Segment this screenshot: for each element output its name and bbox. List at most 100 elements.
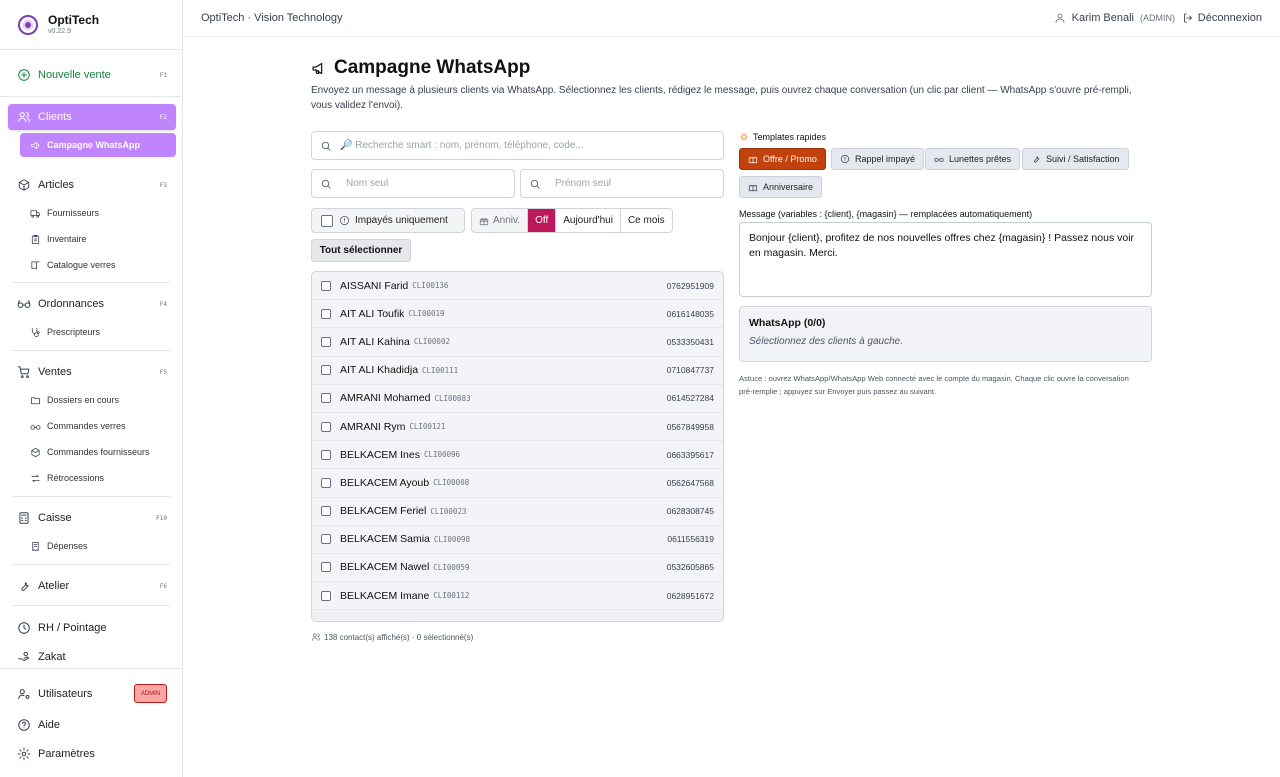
nav-aide[interactable]: Aide xyxy=(8,712,176,738)
client-row[interactable]: BELKACEM Ayoub CLI00008 0562647568 xyxy=(312,469,723,498)
unpaid-only-toggle[interactable]: Impayés uniquement xyxy=(311,208,465,233)
client-list[interactable]: AISSANI Farid CLI00136 0762951909 AIT ALI T… xyxy=(311,271,724,622)
template-offre-promo[interactable]: Offre / Promo xyxy=(739,148,826,170)
client-checkbox[interactable] xyxy=(321,477,331,488)
nav-label: Paramètres xyxy=(38,748,95,760)
shortcut-key: F4 xyxy=(159,300,167,308)
nav-label: Atelier xyxy=(38,580,70,592)
nav-rh-pointage[interactable]: RH / Pointage xyxy=(8,615,176,641)
client-row[interactable]: AIT ALI Toufik CLI00019 0616148035 xyxy=(312,300,723,329)
subnav-fournisseurs[interactable]: Fournisseurs xyxy=(20,201,176,225)
logout-label: Déconnexion xyxy=(1197,12,1262,24)
nav-new-sale[interactable]: Nouvelle vente F1 xyxy=(8,62,176,88)
client-checkbox[interactable] xyxy=(321,506,331,517)
subnav-depenses[interactable]: Dépenses xyxy=(20,534,176,558)
nav-articles[interactable]: Articles F3 xyxy=(8,172,176,198)
nav-clients[interactable]: Clients F2 xyxy=(8,104,176,130)
cart-icon xyxy=(17,365,31,379)
client-checkbox[interactable] xyxy=(321,534,331,545)
client-name: BELKACEM Ines xyxy=(340,448,420,461)
message-textarea[interactable]: Bonjour {client}, profitez de nos nouvel… xyxy=(739,222,1152,297)
nav-atelier[interactable]: Atelier F6 xyxy=(8,573,176,599)
search-placeholder: 🔎 Recherche smart : nom, prénom, télépho… xyxy=(340,140,584,151)
prenom-input[interactable]: Prénom seul xyxy=(520,169,724,198)
client-row[interactable]: AISSANI Farid CLI00136 0762951909 xyxy=(312,272,723,301)
users-icon xyxy=(311,632,321,642)
nav-label: Ventes xyxy=(38,366,72,378)
subnav-commandes-fournisseurs[interactable]: Commandes fournisseurs xyxy=(20,440,176,464)
client-row[interactable]: AIT ALI Kahina CLI00002 0533350431 xyxy=(312,328,723,357)
birthday-option-month[interactable]: Ce mois xyxy=(621,209,672,232)
logout-button[interactable]: Déconnexion xyxy=(1182,12,1262,24)
client-name: BELKACEM Imane xyxy=(340,589,430,602)
nav-ventes[interactable]: Ventes F5 xyxy=(8,359,176,385)
template-rappel-impaye[interactable]: Rappel impayé xyxy=(831,148,925,170)
template-lunettes-pretes[interactable]: Lunettes prêtes xyxy=(925,148,1021,170)
birthday-option-off[interactable]: Off xyxy=(528,209,557,232)
calculator-icon xyxy=(17,511,31,525)
subnav-label: Commandes verres xyxy=(47,421,126,431)
template-suivi-satisfaction[interactable]: Suivi / Satisfaction xyxy=(1022,148,1129,170)
unpaid-checkbox[interactable] xyxy=(321,214,333,227)
subnav-commandes-verres[interactable]: Commandes verres xyxy=(20,414,176,438)
client-row[interactable]: AMRANI Rym CLI00121 0567849958 xyxy=(312,412,723,442)
subnav-inventaire[interactable]: Inventaire xyxy=(20,227,176,251)
client-phone: 0710847737 xyxy=(666,365,714,376)
client-row[interactable]: BELKACEM Samia CLI00098 0611556319 xyxy=(312,525,723,554)
select-all-button[interactable]: Tout sélectionner xyxy=(311,239,411,262)
template-label: Anniversaire xyxy=(763,182,814,192)
client-checkbox[interactable] xyxy=(321,562,331,573)
subnav-campagne-whatsapp[interactable]: Campagne WhatsApp xyxy=(20,133,176,157)
templates-title: Templates rapides xyxy=(739,132,826,142)
template-anniversaire[interactable]: Anniversaire xyxy=(739,176,823,198)
client-checkbox[interactable] xyxy=(321,421,331,432)
birthday-filter: Anniv. Off Aujourd'hui Ce mois xyxy=(471,208,673,233)
subnav-prescripteurs[interactable]: Prescripteurs xyxy=(20,320,176,344)
client-checkbox[interactable] xyxy=(321,393,331,404)
client-phone: 0762951909 xyxy=(666,280,714,291)
client-row[interactable]: AIT ALI Khadidja CLI00111 0710847737 xyxy=(312,356,723,385)
receipt-icon xyxy=(30,541,41,552)
whatsapp-panel: WhatsApp (0/0) Sélectionnez des clients … xyxy=(739,306,1152,362)
subnav-retrocessions[interactable]: Rétrocessions xyxy=(20,466,176,490)
client-row[interactable]: BELKACEM Imane CLI00112 0628951672 xyxy=(312,582,723,611)
client-phone: 0614527284 xyxy=(666,393,714,404)
client-checkbox[interactable] xyxy=(321,449,331,460)
user-info: Karim Benali (ADMIN) xyxy=(1054,12,1175,24)
client-phone: 0628308745 xyxy=(666,506,714,517)
nav-ordonnances[interactable]: Ordonnances F4 xyxy=(8,291,176,317)
nom-input[interactable]: Nom seul xyxy=(311,169,515,198)
nav-zakat[interactable]: Zakat xyxy=(8,644,176,670)
brand[interactable]: OptiTech v0.22.9 xyxy=(18,14,99,36)
client-code: CLI00096 xyxy=(423,450,461,460)
list-count-text: 138 contact(s) affiché(s) · 0 sélectionn… xyxy=(324,632,474,642)
client-phone: 0663395617 xyxy=(666,449,714,460)
client-name: BELKACEM Feriel xyxy=(340,505,427,518)
search-icon xyxy=(529,178,541,190)
client-row[interactable]: AMRANI Mohamed CLI00083 0614527284 xyxy=(312,384,723,413)
message-label: Message (variables : {client}, {magasin}… xyxy=(739,209,1033,219)
subnav-catalogue-verres[interactable]: Catalogue verres xyxy=(20,253,176,277)
shortcut-key: F5 xyxy=(159,368,167,376)
client-row[interactable]: BELKACEM Nawel CLI00059 0532605865 xyxy=(312,553,723,583)
client-row[interactable]: BELKACEM Ines CLI00096 0663395617 xyxy=(312,441,723,470)
client-checkbox[interactable] xyxy=(321,365,331,376)
nav-caisse[interactable]: Caisse F10 xyxy=(8,505,176,531)
smart-search-input[interactable]: 🔎 Recherche smart : nom, prénom, télépho… xyxy=(311,131,724,160)
client-checkbox[interactable] xyxy=(321,308,331,319)
wrench-icon xyxy=(1031,154,1041,164)
client-checkbox[interactable] xyxy=(321,590,331,601)
client-code: CLI00136 xyxy=(412,281,449,291)
client-name: AIT ALI Toufik xyxy=(340,307,405,320)
app-title: OptiTech · Vision Technology xyxy=(201,12,343,24)
clipboard-icon xyxy=(30,234,41,245)
nav-parametres[interactable]: Paramètres xyxy=(8,741,176,767)
template-label: Rappel impayé xyxy=(855,154,916,164)
client-checkbox[interactable] xyxy=(321,336,331,347)
birthday-option-today[interactable]: Aujourd'hui xyxy=(556,209,621,232)
subnav-dossiers-en-cours[interactable]: Dossiers en cours xyxy=(20,388,176,412)
client-checkbox[interactable] xyxy=(321,280,331,291)
client-name: AMRANI Rym xyxy=(340,420,406,433)
client-row[interactable]: BELKACEM Feriel CLI00023 0628308745 xyxy=(312,497,723,526)
logo-icon xyxy=(18,15,38,35)
